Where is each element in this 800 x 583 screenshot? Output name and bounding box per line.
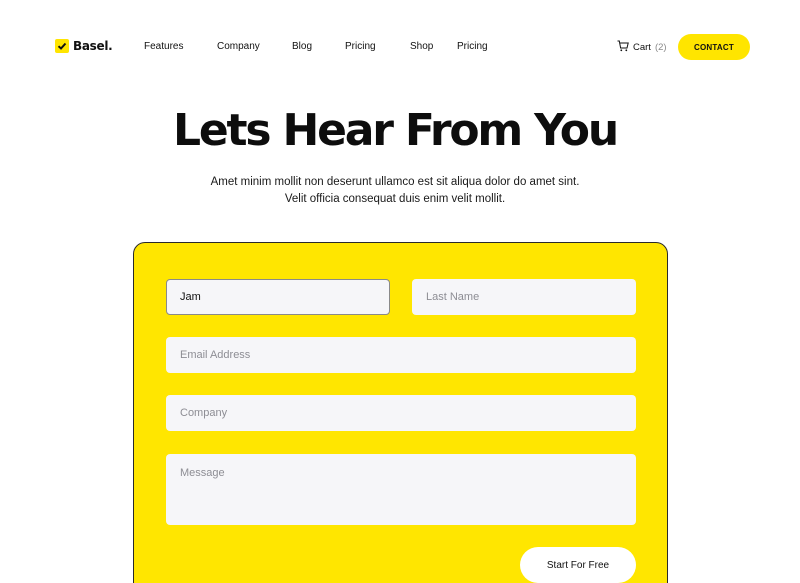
- brand-name: Basel.: [73, 39, 113, 53]
- cart-icon: [617, 40, 629, 55]
- cart-label: Cart: [633, 42, 651, 53]
- page-title: Lets Hear From You: [173, 105, 619, 156]
- nav-link-pricing[interactable]: Pricing: [345, 41, 376, 52]
- cart-count: (2): [654, 42, 667, 53]
- nav-link-company[interactable]: Company: [217, 41, 260, 52]
- contact-button[interactable]: CONTACT: [678, 34, 750, 60]
- nav-link-blog[interactable]: Blog: [292, 41, 312, 52]
- subtitle-line-2: Velit officia consequat duis enim velit …: [284, 193, 506, 205]
- cart-link[interactable]: Cart (2): [617, 40, 667, 55]
- brand-logo[interactable]: Basel.: [55, 39, 113, 53]
- nav-link-pricing-2[interactable]: Pricing: [457, 41, 488, 52]
- nav-link-features[interactable]: Features: [144, 41, 183, 52]
- start-for-free-button[interactable]: Start For Free: [520, 547, 636, 583]
- top-navigation: Basel. Features Company Blog Pricing Sho…: [0, 0, 800, 92]
- checkmark-badge-icon: [55, 39, 69, 53]
- first-name-input[interactable]: [166, 279, 390, 315]
- company-input[interactable]: [166, 395, 636, 431]
- nav-link-shop[interactable]: Shop: [410, 41, 433, 52]
- page-subtitle: Amet minim mollit non deserunt ullamco e…: [0, 174, 790, 208]
- subtitle-line-1: Amet minim mollit non deserunt ullamco e…: [210, 176, 580, 188]
- last-name-input[interactable]: [412, 279, 636, 315]
- message-textarea[interactable]: [166, 454, 636, 525]
- contact-form: Start For Free: [133, 242, 668, 583]
- email-field[interactable]: [166, 337, 636, 373]
